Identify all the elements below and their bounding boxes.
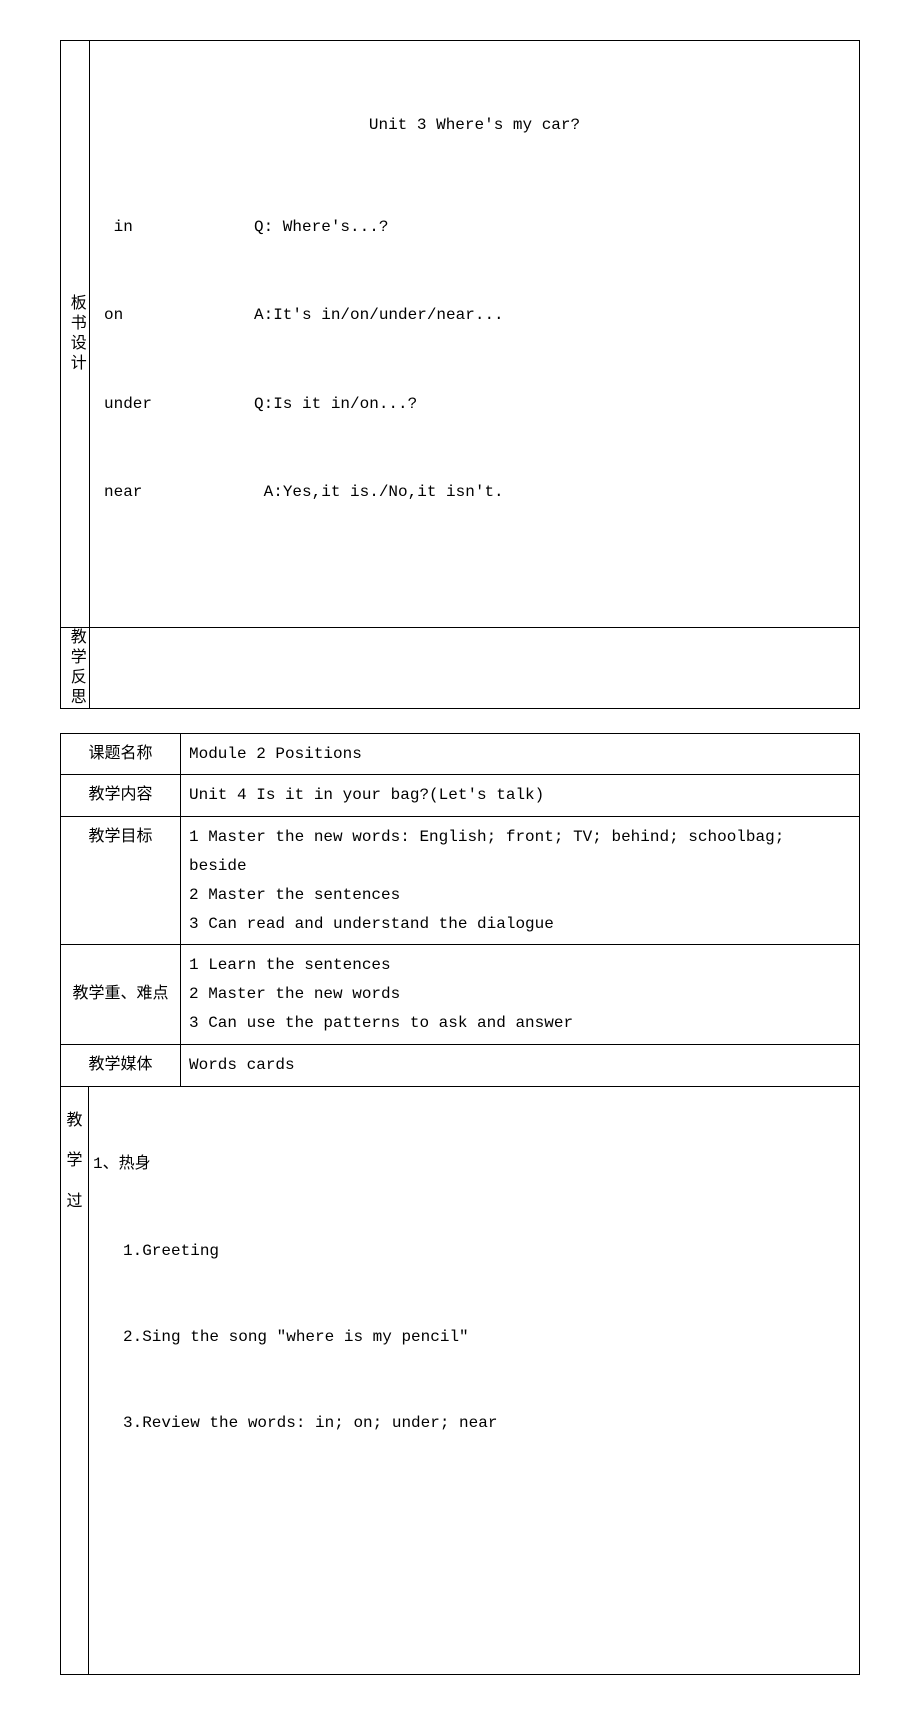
board-row: near A:Yes,it is./No,it isn't. — [98, 478, 851, 507]
process-label-cell: 教 学 过 — [61, 1086, 89, 1675]
table-row: 教学重、难点 1 Learn the sentences 2 Master th… — [61, 945, 860, 1044]
process-label-char: 过 — [61, 1188, 88, 1217]
process-line: 1.Greeting — [93, 1237, 851, 1266]
process-label-char: 学 — [61, 1147, 88, 1176]
reflection-label-cell: 教学反思 — [61, 627, 90, 708]
focus-value: 1 Learn the sentences 2 Master the new w… — [181, 945, 860, 1044]
process-line: 2.Sing the song "where is my pencil" — [93, 1323, 851, 1352]
topic-value: Module 2 Positions — [181, 733, 860, 775]
board-qa: A:Yes,it is./No,it isn't. — [254, 478, 851, 507]
board-word: on — [98, 301, 254, 330]
content-value: Unit 4 Is it in your bag?(Let's talk) — [181, 775, 860, 817]
board-design-label: 板书设计 — [61, 294, 90, 374]
lesson-plan-table: 课题名称 Module 2 Positions 教学内容 Unit 4 Is i… — [60, 733, 860, 1676]
process-content: 1、热身 1.Greeting 2.Sing the song "where i… — [89, 1086, 860, 1675]
table-row: 课题名称 Module 2 Positions — [61, 733, 860, 775]
topic-label: 课题名称 — [61, 733, 181, 775]
board-row: on A:It's in/on/under/near... — [98, 301, 851, 330]
board-design-table: 板书设计 Unit 3 Where's my car? in Q: Where'… — [60, 40, 860, 709]
board-row: in Q: Where's...? — [98, 213, 851, 242]
focus-label: 教学重、难点 — [61, 945, 181, 1044]
reflection-content — [90, 627, 860, 708]
goal-value: 1 Master the new words: English; front; … — [181, 817, 860, 945]
process-label-char: 教 — [61, 1107, 88, 1136]
table-row: 教学媒体 Words cards — [61, 1044, 860, 1086]
board-design-label-cell: 板书设计 — [61, 41, 90, 628]
board-row: under Q:Is it in/on...? — [98, 390, 851, 419]
process-heading: 1、热身 — [93, 1150, 851, 1179]
media-value: Words cards — [181, 1044, 860, 1086]
table-row: 教学内容 Unit 4 Is it in your bag?(Let's tal… — [61, 775, 860, 817]
board-qa: Q: Where's...? — [254, 213, 851, 242]
process-line: 3.Review the words: in; on; under; near — [93, 1409, 851, 1438]
board-design-content: Unit 3 Where's my car? in Q: Where's...?… — [90, 41, 860, 628]
board-qa: Q:Is it in/on...? — [254, 390, 851, 419]
board-unit-title: Unit 3 Where's my car? — [98, 111, 851, 140]
media-label: 教学媒体 — [61, 1044, 181, 1086]
content-label: 教学内容 — [61, 775, 181, 817]
board-qa: A:It's in/on/under/near... — [254, 301, 851, 330]
board-word: under — [98, 390, 254, 419]
goal-label: 教学目标 — [61, 817, 181, 945]
board-word: in — [98, 213, 254, 242]
table-row: 教学目标 1 Master the new words: English; fr… — [61, 817, 860, 945]
table-row: 教 学 过 1、热身 1.Greeting 2.Sing the song "w… — [61, 1086, 860, 1675]
board-word: near — [98, 478, 254, 507]
reflection-label: 教学反思 — [61, 628, 90, 708]
